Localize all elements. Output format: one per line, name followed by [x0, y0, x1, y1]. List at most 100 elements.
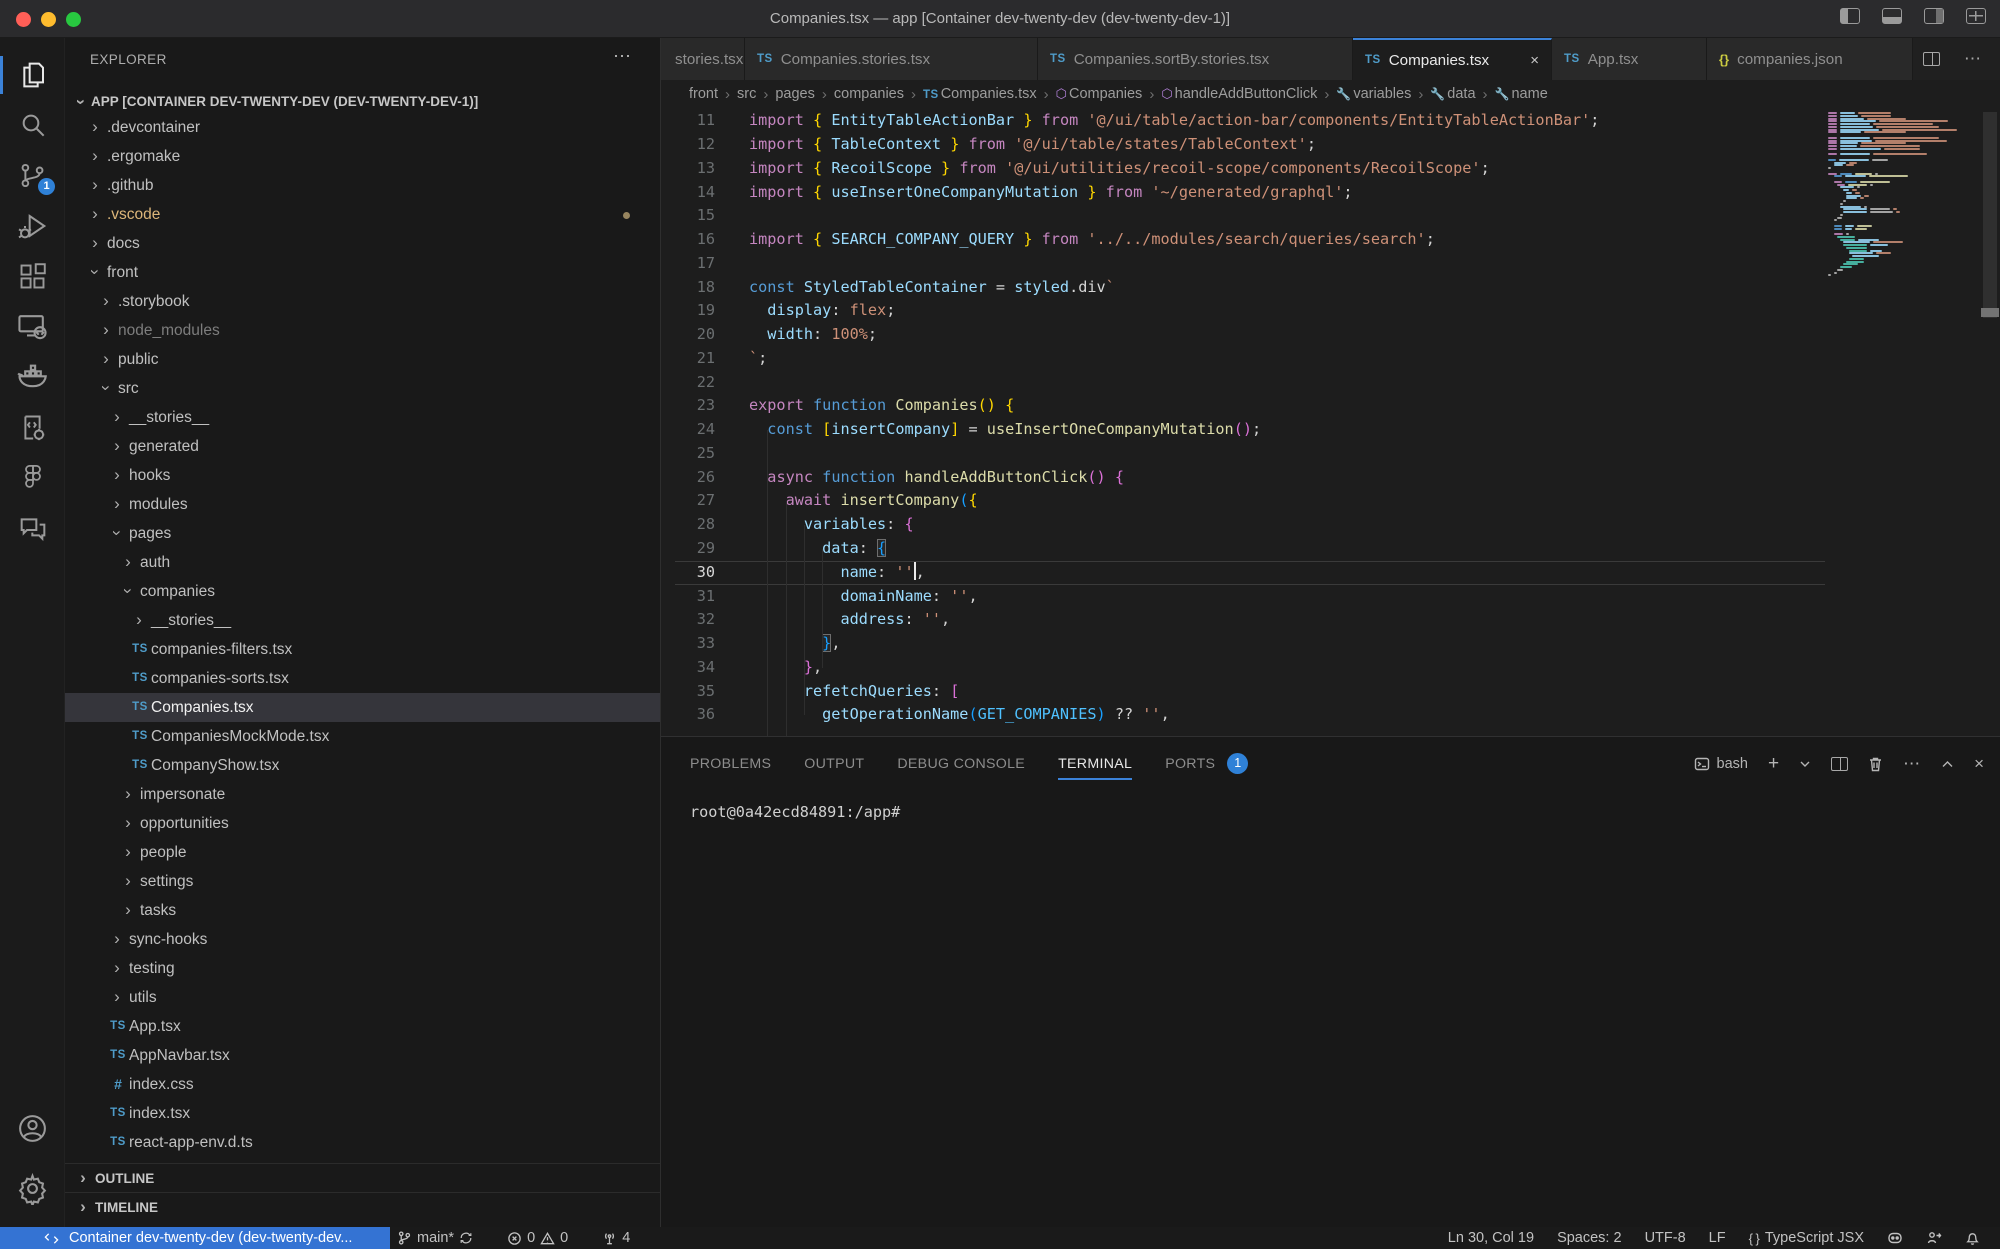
- toggle-secondary-sidebar-icon[interactable]: [1924, 8, 1944, 24]
- outline-section[interactable]: › OUTLINE: [65, 1163, 660, 1192]
- panel-tab-terminal[interactable]: TERMINAL: [1058, 737, 1132, 791]
- tree-item-companies-filters.tsx[interactable]: TScompanies-filters.tsx: [65, 635, 660, 664]
- breadcrumb-data[interactable]: 🔧data: [1430, 86, 1475, 102]
- tree-item-pages[interactable]: ›pages: [65, 519, 660, 548]
- tree-item-testing[interactable]: ›testing: [65, 954, 660, 983]
- breadcrumb-pages[interactable]: pages: [775, 86, 815, 102]
- copilot-icon[interactable]: [1887, 1230, 1903, 1246]
- cursor-position[interactable]: Ln 30, Col 19: [1448, 1230, 1534, 1246]
- panel-tab-output[interactable]: OUTPUT: [804, 737, 864, 791]
- activity-comments-icon[interactable]: [0, 503, 65, 553]
- close-tab-icon[interactable]: ×: [1524, 52, 1539, 69]
- activity-codegen-icon[interactable]: [0, 402, 65, 452]
- tree-item-react-app-env.d.ts[interactable]: TSreact-app-env.d.ts: [65, 1128, 660, 1157]
- tree-item-AppNavbar.tsx[interactable]: TSAppNavbar.tsx: [65, 1041, 660, 1070]
- tab-Companies.stories.tsx[interactable]: TSCompanies.stories.tsx: [745, 38, 1038, 80]
- chevron-down-icon[interactable]: [1799, 758, 1811, 770]
- activity-figma-icon[interactable]: [0, 452, 65, 502]
- panel-tab-debug-console[interactable]: DEBUG CONSOLE: [897, 737, 1025, 791]
- code-editor[interactable]: 10import { WithTopBarContainer } from '@…: [661, 108, 2000, 736]
- tree-item-companies[interactable]: ›companies: [65, 577, 660, 606]
- git-branch-status[interactable]: main*: [397, 1230, 473, 1246]
- timeline-section[interactable]: › TIMELINE: [65, 1192, 660, 1221]
- activity-docker-icon[interactable]: [0, 352, 65, 402]
- tree-item-sync-hooks[interactable]: ›sync-hooks: [65, 925, 660, 954]
- tree-item-.ergomake[interactable]: ›.ergomake: [65, 142, 660, 171]
- breadcrumb-Companies[interactable]: ⬡Companies: [1056, 86, 1143, 102]
- tree-item-tasks[interactable]: ›tasks: [65, 896, 660, 925]
- tab-stories.tsx[interactable]: stories.tsx: [661, 38, 745, 80]
- ports-status[interactable]: 4: [602, 1230, 630, 1246]
- tree-item-.storybook[interactable]: ›.storybook: [65, 287, 660, 316]
- maximize-panel-icon[interactable]: [1941, 758, 1954, 771]
- shell-selector[interactable]: bash: [1694, 756, 1748, 772]
- breadcrumb-variables[interactable]: 🔧variables: [1336, 86, 1411, 102]
- tab-Companies.sortBy.stories.tsx[interactable]: TSCompanies.sortBy.stories.tsx: [1038, 38, 1353, 80]
- terminal-prompt[interactable]: root@0a42ecd84891:/app#: [690, 803, 900, 821]
- remote-indicator[interactable]: Container dev-twenty-dev (dev-twenty-dev…: [0, 1227, 390, 1249]
- tree-item-CompanyShow.tsx[interactable]: TSCompanyShow.tsx: [65, 751, 660, 780]
- tree-item-.github[interactable]: ›.github: [65, 171, 660, 200]
- indentation-setting[interactable]: Spaces: 2: [1557, 1230, 1622, 1246]
- toggle-panel-icon[interactable]: [1882, 8, 1902, 24]
- toggle-sidebar-icon[interactable]: [1840, 8, 1860, 24]
- new-terminal-icon[interactable]: +: [1768, 753, 1779, 775]
- tree-item-index.tsx[interactable]: TSindex.tsx: [65, 1099, 660, 1128]
- tree-item-generated[interactable]: ›generated: [65, 432, 660, 461]
- breadcrumb-companies[interactable]: companies: [834, 86, 904, 102]
- tree-item-hooks[interactable]: ›hooks: [65, 461, 660, 490]
- breadcrumb-front[interactable]: front: [689, 86, 718, 102]
- tree-item-node_modules[interactable]: ›node_modules: [65, 316, 660, 345]
- tree-item-public[interactable]: ›public: [65, 345, 660, 374]
- split-editor-icon[interactable]: [1923, 52, 1940, 66]
- tree-item-src[interactable]: ›src: [65, 374, 660, 403]
- editor-scrollbar[interactable]: [1981, 108, 1999, 736]
- tree-item-utils[interactable]: ›utils: [65, 983, 660, 1012]
- panel-tab-problems[interactable]: PROBLEMS: [690, 737, 771, 791]
- language-mode[interactable]: { } TypeScript JSX: [1749, 1230, 1864, 1246]
- tree-item-settings[interactable]: ›settings: [65, 867, 660, 896]
- eol-setting[interactable]: LF: [1709, 1230, 1726, 1246]
- customize-layout-icon[interactable]: [1966, 8, 1986, 24]
- tab-Companies.tsx[interactable]: TSCompanies.tsx×: [1353, 38, 1552, 80]
- trash-icon[interactable]: [1868, 756, 1883, 772]
- tree-item-App.tsx[interactable]: TSApp.tsx: [65, 1012, 660, 1041]
- activity-extensions-icon[interactable]: [0, 251, 65, 301]
- split-terminal-icon[interactable]: [1831, 757, 1848, 771]
- explorer-more-actions-icon[interactable]: ⋯: [613, 46, 632, 67]
- activity-run-and-debug-icon[interactable]: [0, 201, 65, 251]
- encoding-setting[interactable]: UTF-8: [1645, 1230, 1686, 1246]
- panel-more-actions-icon[interactable]: ⋯: [1903, 754, 1921, 774]
- tree-item-companies-sorts.tsx[interactable]: TScompanies-sorts.tsx: [65, 664, 660, 693]
- tree-item-auth[interactable]: ›auth: [65, 548, 660, 577]
- tab-App.tsx[interactable]: TSApp.tsx: [1552, 38, 1707, 80]
- breadcrumb-name[interactable]: 🔧name: [1495, 86, 1548, 102]
- tree-item-impersonate[interactable]: ›impersonate: [65, 780, 660, 809]
- workspace-section-header[interactable]: › APP [CONTAINER DEV-TWENTY-DEV (DEV-TWE…: [65, 90, 660, 114]
- breadcrumb-Companies.tsx[interactable]: TSCompanies.tsx: [923, 86, 1037, 102]
- activity-remote-explorer-icon[interactable]: [0, 302, 65, 352]
- activity-search-icon[interactable]: [0, 100, 65, 150]
- breadcrumb-handleAddButtonClick[interactable]: ⬡handleAddButtonClick: [1161, 86, 1317, 102]
- tree-item-.devcontainer[interactable]: ›.devcontainer: [65, 113, 660, 142]
- tree-item-__stories__[interactable]: ›__stories__: [65, 606, 660, 635]
- tree-item-.vscode[interactable]: ›.vscode: [65, 200, 660, 229]
- bell-icon[interactable]: [1965, 1230, 1980, 1246]
- activity-explorer-icon[interactable]: [0, 50, 65, 100]
- activity-settings-icon[interactable]: [0, 1163, 65, 1213]
- sync-icon[interactable]: [459, 1231, 473, 1245]
- tree-item-index.css[interactable]: #index.css: [65, 1070, 660, 1099]
- tree-item-CompaniesMockMode.tsx[interactable]: TSCompaniesMockMode.tsx: [65, 722, 660, 751]
- tree-item-people[interactable]: ›people: [65, 838, 660, 867]
- more-actions-icon[interactable]: ⋯: [1964, 49, 1982, 69]
- problems-status[interactable]: 0 0: [507, 1230, 568, 1246]
- feedback-icon[interactable]: [1926, 1230, 1942, 1246]
- activity-source-control-icon[interactable]: 1: [0, 151, 65, 201]
- tree-item-__stories__[interactable]: ›__stories__: [65, 403, 660, 432]
- breadcrumb-src[interactable]: src: [737, 86, 756, 102]
- close-panel-icon[interactable]: ×: [1974, 754, 1984, 774]
- tree-item-opportunities[interactable]: ›opportunities: [65, 809, 660, 838]
- tab-companies.json[interactable]: {}companies.json: [1707, 38, 1913, 80]
- tree-item-front[interactable]: ›front: [65, 258, 660, 287]
- activity-account-icon[interactable]: [0, 1103, 65, 1153]
